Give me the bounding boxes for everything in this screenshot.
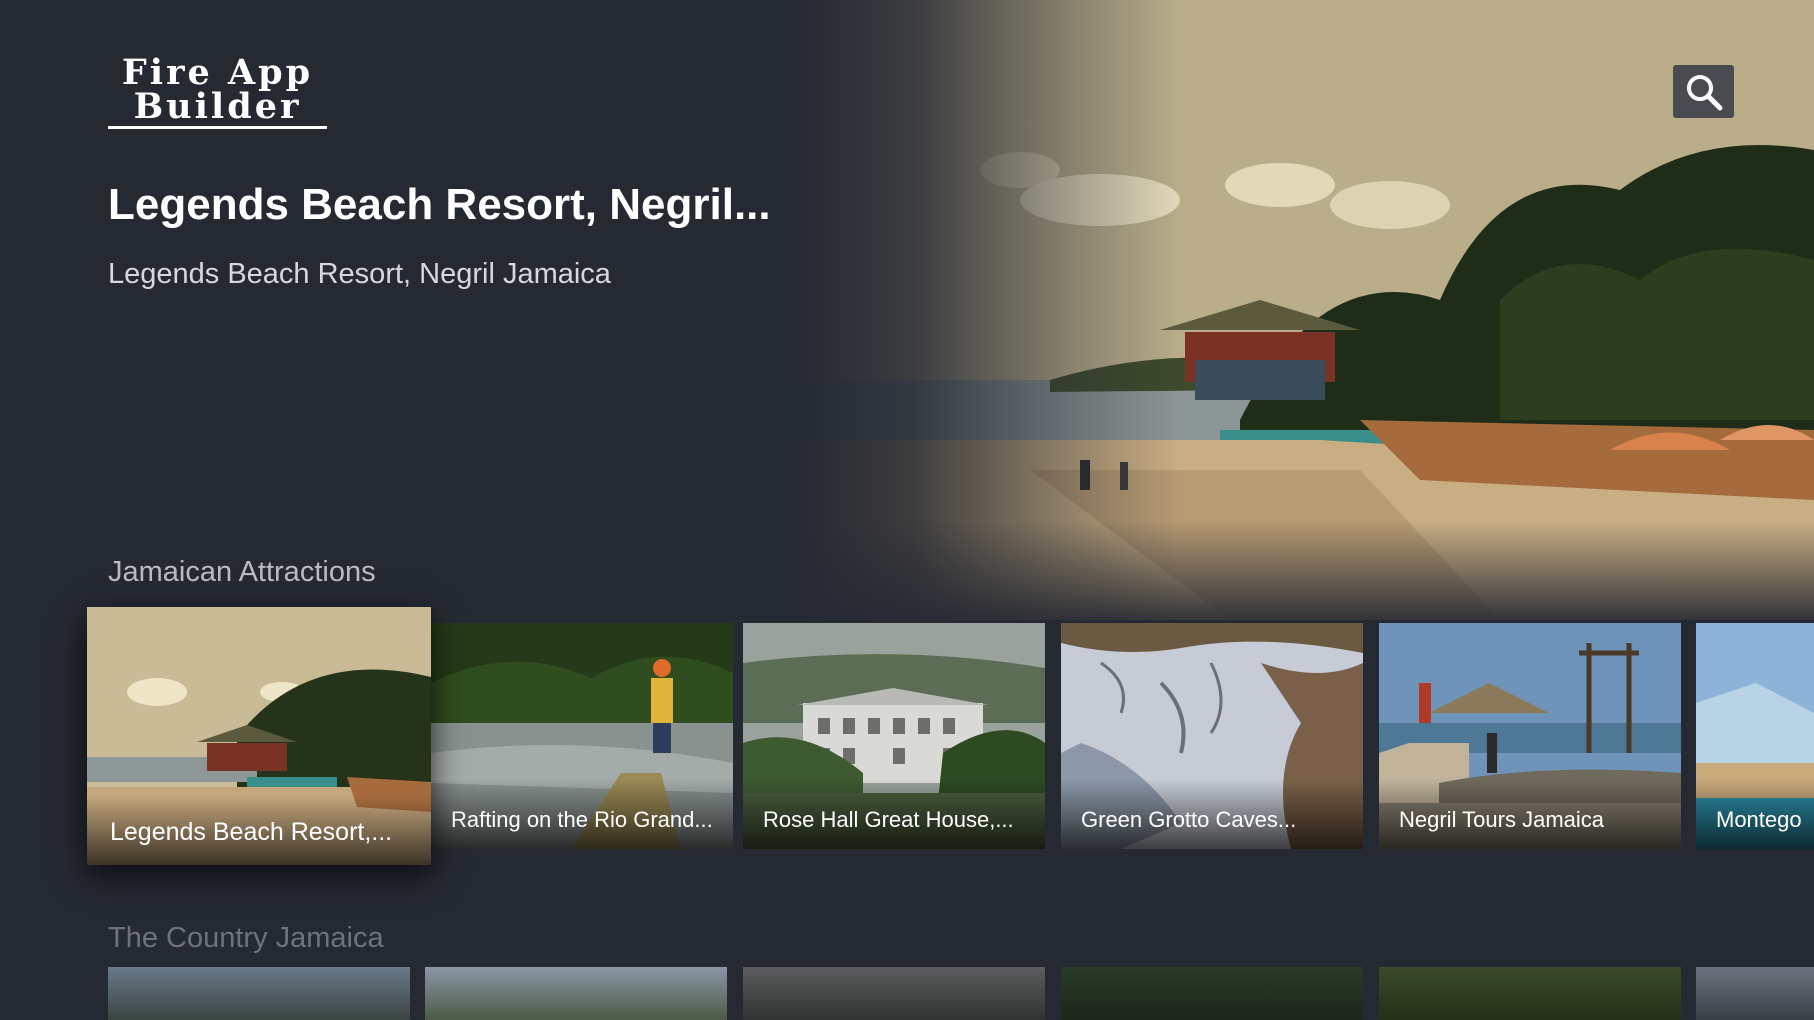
content-card-rose-hall[interactable]: Rose Hall Great House,... bbox=[743, 623, 1045, 849]
content-card-rafting[interactable]: Rafting on the Rio Grand... bbox=[431, 623, 733, 849]
search-button[interactable] bbox=[1673, 65, 1734, 118]
card-title: Rose Hall Great House,... bbox=[763, 807, 1014, 832]
search-icon bbox=[1686, 74, 1722, 110]
content-card-negril-tours[interactable]: Negril Tours Jamaica bbox=[1379, 623, 1681, 849]
row2-card-3[interactable] bbox=[743, 967, 1045, 1020]
card-title: Green Grotto Caves... bbox=[1081, 807, 1297, 832]
card-title: Montego bbox=[1716, 807, 1802, 832]
hero-bottom-fade bbox=[800, 520, 1814, 630]
row-title-jamaican-attractions: Jamaican Attractions bbox=[108, 556, 376, 588]
row2-card-6[interactable] bbox=[1696, 967, 1814, 1020]
card-title: Negril Tours Jamaica bbox=[1399, 807, 1605, 832]
app-logo: Fire App Builder bbox=[108, 52, 327, 129]
content-card-green-grotto[interactable]: Green Grotto Caves... bbox=[1061, 623, 1363, 849]
row2-card-5[interactable] bbox=[1379, 967, 1681, 1020]
row2-card-4[interactable] bbox=[1061, 967, 1363, 1020]
logo-line-2: Builder bbox=[133, 86, 302, 127]
card-title: Rafting on the Rio Grand... bbox=[451, 807, 713, 832]
row2-card-2[interactable] bbox=[425, 967, 727, 1020]
content-card-legends-beach[interactable]: Legends Beach Resort,... bbox=[87, 607, 431, 865]
card-title: Legends Beach Resort,... bbox=[110, 818, 393, 846]
row2-card-1[interactable] bbox=[108, 967, 410, 1020]
hero-subtitle: Legends Beach Resort, Negril Jamaica bbox=[108, 258, 611, 290]
content-card-montego[interactable]: Montego bbox=[1696, 623, 1814, 849]
row-title-the-country-jamaica: The Country Jamaica bbox=[108, 922, 384, 954]
hero-title: Legends Beach Resort, Negril... bbox=[108, 180, 771, 229]
logo-line-1: Fire App bbox=[121, 52, 314, 93]
